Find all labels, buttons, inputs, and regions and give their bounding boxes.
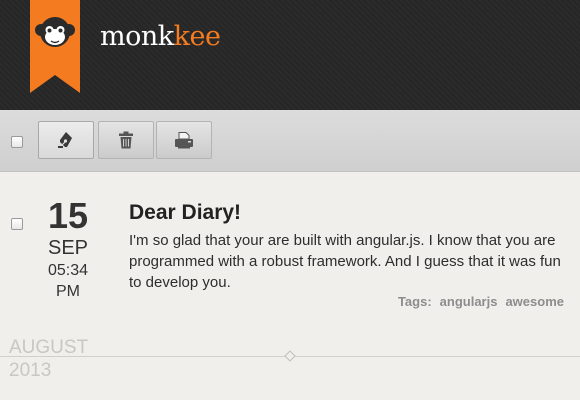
- logo-text-part1: monk: [100, 21, 174, 52]
- tag-link-angularjs[interactable]: angularjs: [440, 294, 498, 309]
- print-button[interactable]: [156, 121, 212, 159]
- fountain-pen-icon: [58, 132, 72, 148]
- new-entry-button[interactable]: [38, 121, 94, 159]
- entry-tags: Tags: angularjs awesome: [398, 294, 564, 309]
- entry-month: SEP: [47, 237, 89, 259]
- entry-ampm: PM: [56, 283, 80, 300]
- logo-text-part2: kee: [173, 21, 221, 52]
- tag-link-awesome[interactable]: awesome: [505, 294, 564, 309]
- entry-title[interactable]: Dear Diary!: [129, 200, 241, 226]
- delete-button[interactable]: [98, 121, 154, 159]
- month-divider-label: AUGUST 2013: [9, 336, 88, 382]
- trash-icon: [119, 131, 133, 149]
- monkey-icon: [30, 0, 80, 93]
- select-all-checkbox[interactable]: [11, 136, 23, 148]
- logo-badge[interactable]: [30, 0, 80, 93]
- entry-day: 15: [47, 195, 89, 236]
- toolbar: [0, 110, 580, 172]
- app-header: monkkee: [0, 0, 580, 110]
- entry-body: I'm so glad that your are built with ang…: [129, 232, 561, 291]
- app-logo-text: monkkee: [100, 21, 221, 53]
- entry-checkbox[interactable]: [11, 218, 23, 230]
- entry-time: 05:34: [47, 262, 89, 279]
- printer-icon: [175, 131, 193, 148]
- entry-date: 15 SEP 05:34 PM: [36, 196, 100, 302]
- divider-diamond-icon: [284, 350, 296, 362]
- divider-year: 2013: [9, 360, 52, 381]
- tags-label: Tags:: [397, 294, 432, 309]
